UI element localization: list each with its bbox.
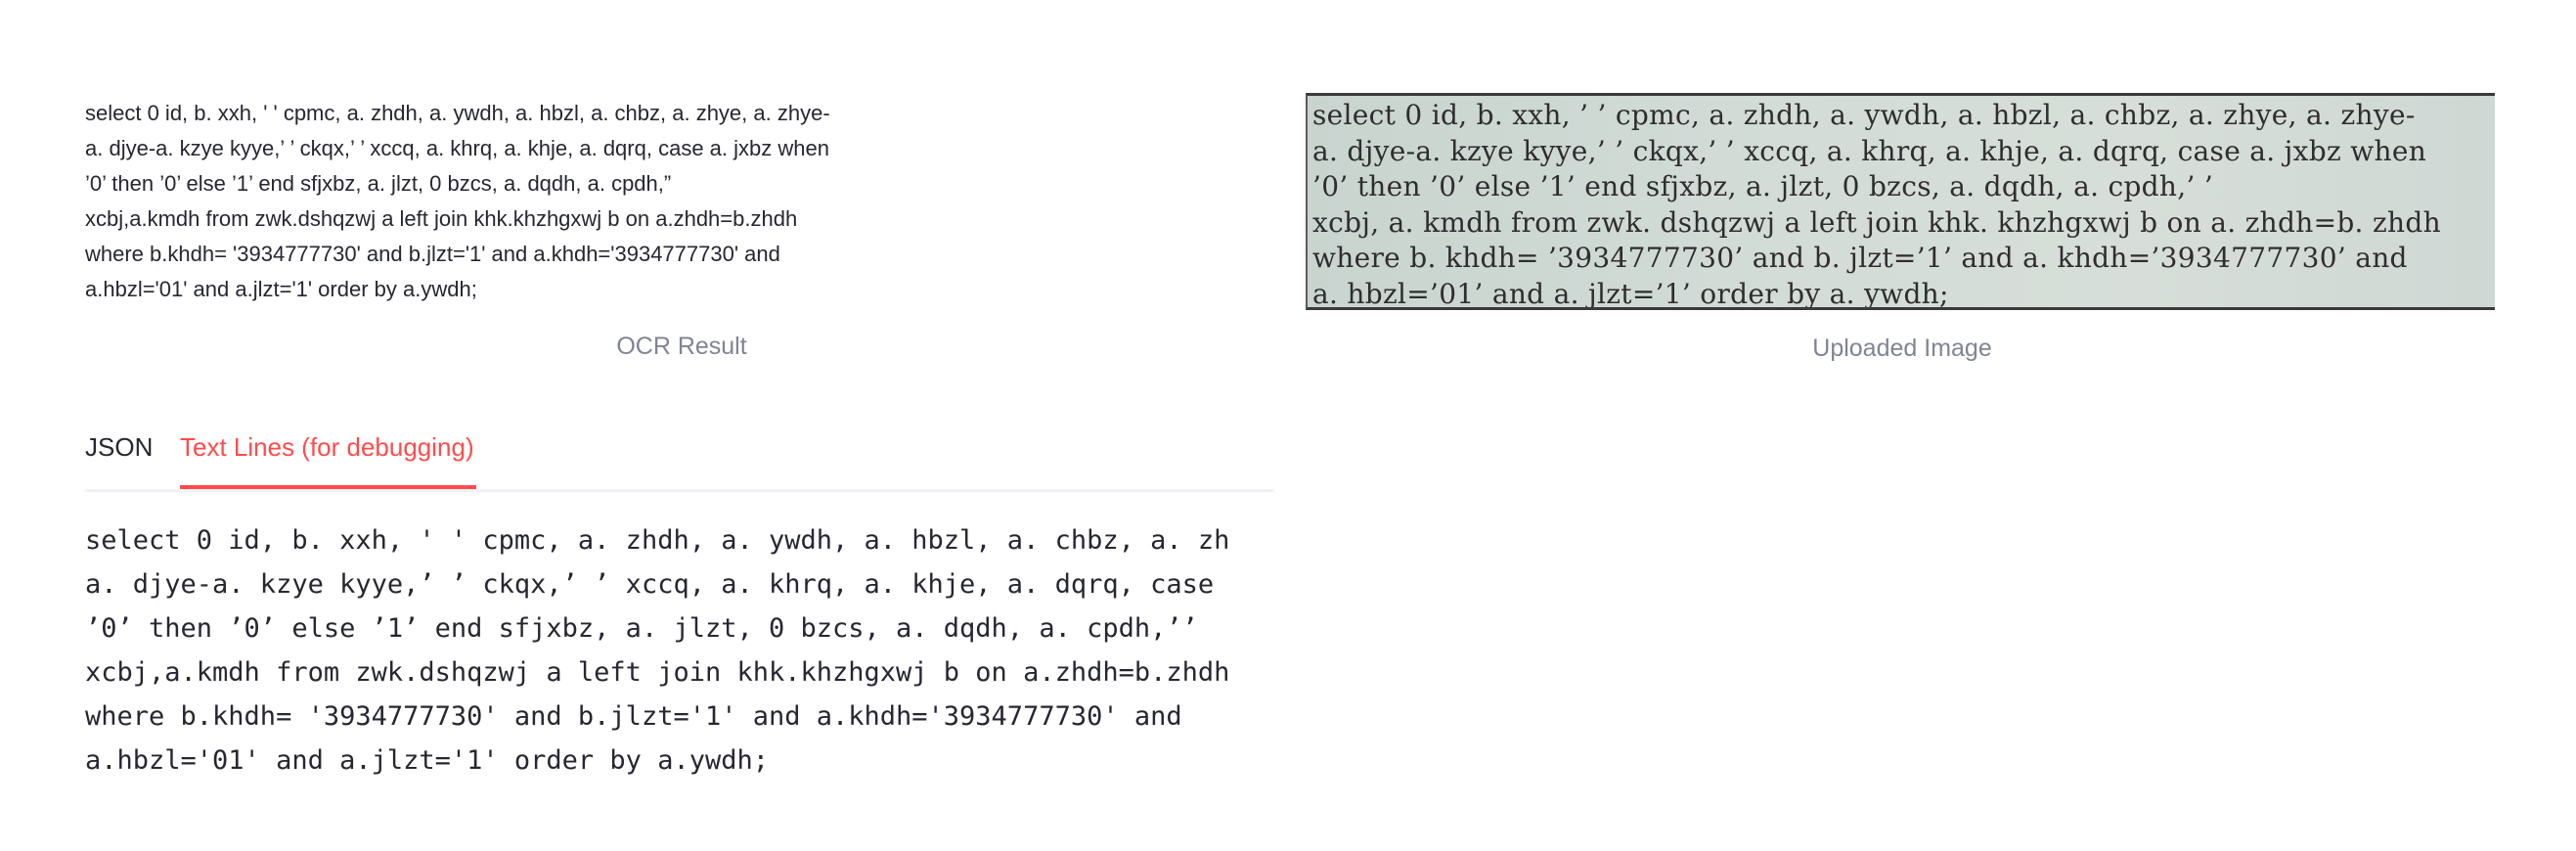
active-tab-indicator bbox=[180, 485, 476, 489]
image-text-line: a. djye-a. kzye kyye,’ ’ ckqx,’ ’ xccq, … bbox=[1312, 134, 2427, 167]
text-line: a. djye-a. kzye kyye,’ ’ ckqx,’ ’ xccq, … bbox=[85, 569, 1215, 600]
image-text-line: xcbj, a. kmdh from zwk. dshqzwj a left j… bbox=[1312, 205, 2441, 239]
text-lines-output: select 0 id, b. xxh, ' ' cpmc, a. zhdh, … bbox=[85, 518, 1278, 783]
ocr-result-line: xcbj,a.kmdh from zwk.dshqzwj a left join… bbox=[85, 206, 798, 231]
text-line: a.hbzl='01' and a.jlzt='1' order by a.yw… bbox=[85, 745, 769, 776]
text-line: select 0 id, b. xxh, ' ' cpmc, a. zhdh, … bbox=[85, 525, 1230, 556]
tab-json[interactable]: JSON bbox=[85, 432, 153, 463]
text-line: ’0’ then ’0’ else ’1’ end sfjxbz, a. jlz… bbox=[85, 613, 1198, 644]
tab-bar: JSON Text Lines (for debugging) bbox=[85, 421, 1274, 492]
ocr-result-line: where b.khdh= '3934777730' and b.jlzt='1… bbox=[85, 242, 780, 266]
ocr-result-line: select 0 id, b. xxh, ' ' cpmc, a. zhdh, … bbox=[85, 101, 830, 125]
ocr-result-line: a. djye-a. kzye kyye,’ ’ ckqx,’ ’ xccq, … bbox=[85, 136, 829, 160]
text-line: where b.khdh= '3934777730' and b.jlzt='1… bbox=[85, 701, 1182, 732]
uploaded-image: select 0 id, b. xxh, ’ ’ cpmc, a. zhdh, … bbox=[1306, 93, 2495, 310]
tab-text-lines[interactable]: Text Lines (for debugging) bbox=[180, 432, 474, 463]
ocr-result-line: ’0’ then ’0’ else ’1’ end sfjxbz, a. jlz… bbox=[85, 171, 672, 196]
ocr-result-text: select 0 id, b. xxh, ' ' cpmc, a. zhdh, … bbox=[85, 96, 1278, 307]
text-line: xcbj,a.kmdh from zwk.dshqzwj a left join… bbox=[85, 657, 1230, 688]
uploaded-image-caption: Uploaded Image bbox=[1812, 335, 1992, 362]
ocr-result-line: a.hbzl='01' and a.jlzt='1' order by a.yw… bbox=[85, 277, 477, 301]
image-text-line: a. hbzl=’01’ and a. jlzt=’1’ order by a.… bbox=[1312, 277, 1949, 310]
ocr-result-caption: OCR Result bbox=[616, 333, 747, 360]
image-text-line: select 0 id, b. xxh, ’ ’ cpmc, a. zhdh, … bbox=[1312, 99, 2416, 131]
image-text-line: ’0’ then ’0’ else ’1’ end sfjxbz, a. jlz… bbox=[1312, 170, 2214, 202]
image-text-line: where b. khdh= ’3934777730’ and b. jlzt=… bbox=[1312, 242, 2408, 274]
